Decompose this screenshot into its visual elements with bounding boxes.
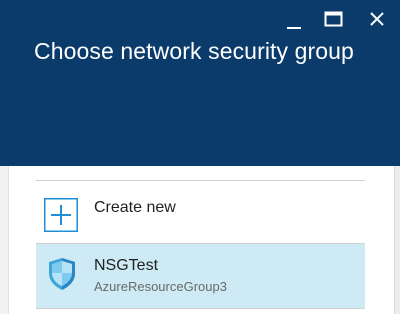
create-new-item[interactable]: Create new: [36, 181, 365, 243]
list-item-nsgtest[interactable]: NSGTest AzureResourceGroup3: [36, 244, 365, 308]
blade-header: Choose network security group: [0, 0, 400, 166]
shield-icon: [49, 258, 75, 290]
create-new-label: Create new: [94, 199, 176, 216]
maximize-icon: [324, 11, 343, 27]
blade-title: Choose network security group: [34, 38, 354, 64]
minimize-button[interactable]: [272, 0, 312, 40]
close-icon: [370, 12, 384, 26]
nsg-name: NSGTest: [94, 257, 159, 274]
nsg-resource-group: AzureResourceGroup3: [94, 279, 227, 294]
close-button[interactable]: [356, 0, 396, 40]
scrollbar[interactable]: [394, 166, 400, 314]
left-edge: [0, 166, 9, 314]
minimize-icon: [287, 27, 301, 29]
nsg-list: Create new NSGTest AzureResourceGroup3: [36, 180, 365, 309]
maximize-button[interactable]: [312, 0, 352, 40]
window-controls: [272, 0, 400, 40]
divider: [36, 308, 365, 309]
choose-nsg-blade: Choose network security group Create new…: [0, 0, 400, 314]
plus-icon: [44, 198, 78, 232]
